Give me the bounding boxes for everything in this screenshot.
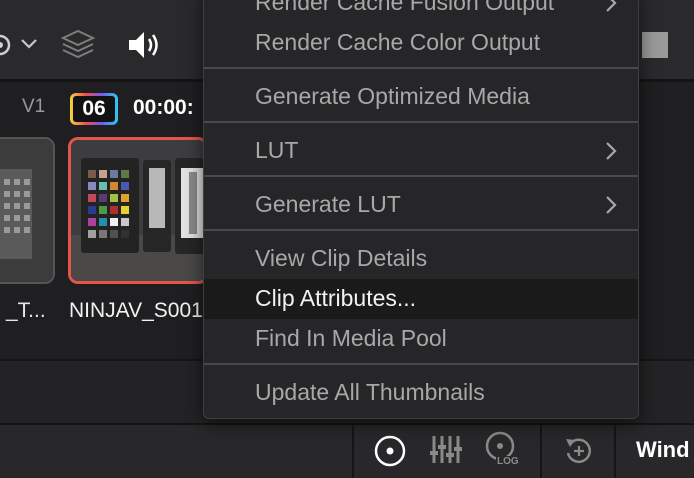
menu-item-label: Update All Thumbnails [255,379,485,405]
clip-context-menu: Render Cache Fusion Output Render Cache … [203,0,639,419]
layers-icon[interactable] [60,28,96,62]
submenu-arrow-icon [606,196,617,214]
menu-item-label: Render Cache Color Output [255,29,541,55]
menu-item-label: LUT [255,137,299,163]
rotate-add-icon[interactable] [562,434,596,468]
menu-item-update-all-thumbnails[interactable]: Update All Thumbnails [204,373,638,413]
clip-thumbnail-left[interactable] [0,137,55,284]
menu-separator [204,363,638,365]
log-label: LOG [496,456,520,467]
menu-item-label: Clip Attributes... [255,285,417,311]
menu-item-label: Find In Media Pool [255,325,447,351]
clip-name: NINJAV_S001 [69,299,203,322]
stop-square-icon[interactable] [642,32,668,58]
menu-item-label: Generate LUT [255,191,401,217]
menu-item-generate-optimized-media[interactable]: Generate Optimized Media [204,77,638,117]
mixer-color-icon[interactable] [0,30,20,60]
clip-thumbnail-selected[interactable] [68,137,208,284]
menu-item-label: Generate Optimized Media [255,83,530,109]
menu-item-render-cache-fusion-output[interactable]: Render Cache Fusion Output [204,0,638,23]
primary-wheels-icon[interactable] [372,433,408,469]
menu-item-render-cache-color-output[interactable]: Render Cache Color Output [204,23,638,63]
clip-number-badge: 06 [70,93,118,125]
window-label[interactable]: Wind [636,437,690,463]
track-label: V1 [22,96,46,117]
menu-item-clip-attributes[interactable]: Clip Attributes... [204,279,638,319]
menu-separator [204,229,638,231]
clip-thumbnail-image [0,139,53,282]
speaker-icon[interactable] [127,29,165,61]
clip-name: _T... [6,299,46,322]
chevron-down-icon[interactable] [20,37,38,51]
menu-separator [204,121,638,123]
clip-thumbnail-image [71,140,205,281]
menu-item-label: Render Cache Fusion Output [255,0,555,15]
menu-separator [204,175,638,177]
menu-item-lut[interactable]: LUT [204,131,638,171]
clip-timecode: 00:00: [133,96,194,119]
submenu-arrow-icon [606,0,617,12]
menu-item-generate-lut[interactable]: Generate LUT [204,185,638,225]
submenu-arrow-icon [606,142,617,160]
curves-bars-icon[interactable] [428,433,464,467]
menu-item-label: View Clip Details [255,245,428,271]
menu-separator [204,67,638,69]
menu-item-view-clip-details[interactable]: View Clip Details [204,239,638,279]
bar-separator [540,425,542,478]
bar-separator [614,425,616,478]
menu-item-find-in-media-pool[interactable]: Find In Media Pool [204,319,638,359]
bar-separator [352,425,354,478]
